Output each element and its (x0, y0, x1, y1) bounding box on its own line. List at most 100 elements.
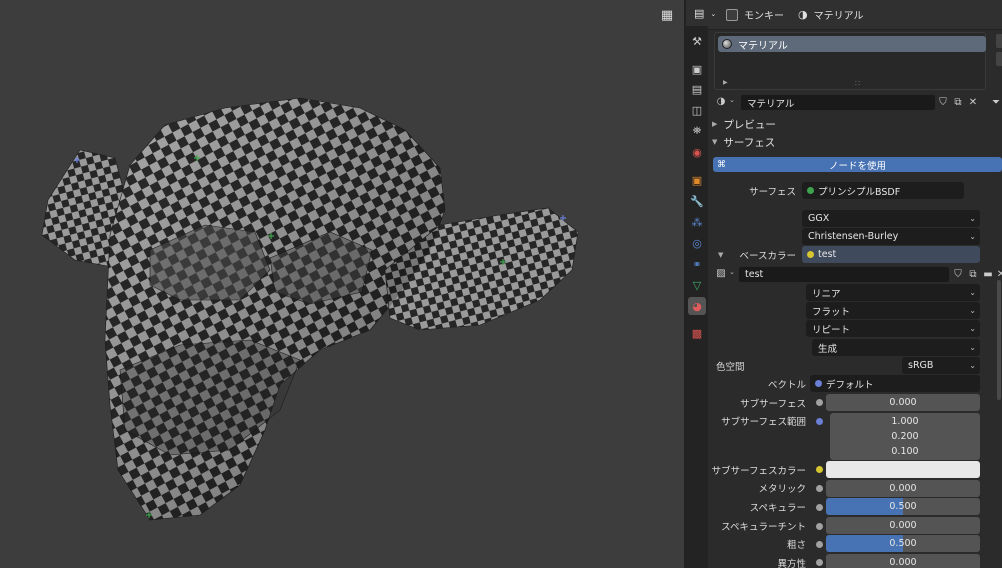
specular-tint-slider[interactable]: 0.000 (826, 517, 980, 534)
surface-panel-title: サーフェス (723, 136, 776, 149)
texture-tab-icon[interactable]: ▩ (688, 324, 706, 342)
material-name-text: マテリアル (747, 98, 795, 110)
metallic-value: 0.000 (889, 483, 917, 494)
list-item[interactable]: マテリアル (718, 36, 986, 52)
chevron-down-icon: ⌄ (969, 288, 976, 297)
chevron-down-icon: ⌄ (969, 232, 976, 241)
slot-label: マテリアル (738, 40, 788, 52)
add-slot-button[interactable] (996, 34, 1002, 48)
resize-handle-icon[interactable]: ∷ (855, 79, 860, 88)
vector-label: ベクトル (767, 379, 806, 391)
use-nodes-button[interactable]: ⌘ ノードを使用 (713, 157, 1002, 172)
subsurface-color-swatch[interactable] (826, 461, 980, 478)
interpolation-dropdown[interactable]: リニア ⌄ (806, 284, 980, 301)
extension-dropdown[interactable]: リピート ⌄ (806, 320, 980, 337)
use-nodes-label: ノードを使用 (828, 160, 886, 172)
source-value: 生成 (818, 343, 838, 355)
specular-tint-value: 0.000 (889, 520, 917, 531)
color-space-dropdown[interactable]: sRGB ⌄ (902, 357, 980, 374)
vector-field[interactable]: デフォルト (810, 375, 980, 392)
radius-x-value: 1.000 (891, 416, 919, 427)
metallic-label: メタリック (758, 483, 806, 495)
grid-view-icon[interactable]: ▦ (656, 4, 678, 26)
duplicate-icon[interactable]: ⧉ (966, 267, 980, 281)
anisotropic-slider[interactable]: 0.000 (826, 554, 980, 568)
image-browse-icon[interactable]: ▨ (714, 266, 728, 280)
preview-panel-header[interactable]: ▶ プレビュー (712, 115, 776, 133)
view-layer-tab-icon[interactable]: ◫ (688, 101, 706, 119)
monkey-mesh (41, 97, 579, 521)
tool-tab-icon[interactable]: ⚒ (688, 32, 706, 50)
base-color-field[interactable]: test (802, 246, 980, 263)
object-tab-icon[interactable]: ▣ (688, 171, 706, 189)
material-browse-icon[interactable]: ◑ (714, 94, 728, 108)
specular-label: スペキュラー (749, 502, 806, 514)
radius-y-value: 0.200 (891, 431, 919, 442)
material-name-field[interactable]: マテリアル (740, 94, 936, 111)
material-breadcrumb: ◑ マテリアル (798, 7, 864, 22)
anisotropic-label: 異方性 (777, 558, 806, 568)
image-name-field[interactable]: test (738, 266, 950, 283)
projection-dropdown[interactable]: フラット ⌄ (806, 302, 980, 319)
metallic-slider[interactable]: 0.000 (826, 480, 980, 497)
material-properties: マテリアル ▶ ∷ ◑ ⌄ マテリアル ⛉ ⧉ ✕ ⏷ ▶ プレビュー ▼ サー… (710, 30, 1002, 568)
expanded-arrow-icon: ▼ (712, 138, 718, 146)
roughness-slider[interactable]: 0.500 (826, 535, 980, 552)
slot-specials-button[interactable] (996, 52, 1002, 66)
physics-tab-icon[interactable]: ◎ (688, 234, 706, 252)
object-name: モンキー (744, 11, 784, 22)
chevron-down-icon: ⌄ (729, 96, 735, 104)
color-space-value: sRGB (908, 360, 934, 371)
modifier-tab-icon[interactable]: 🔧 (688, 192, 706, 210)
editor-type-menu[interactable]: ▤ ⌄ (694, 7, 716, 20)
properties-header: ▤ ⌄ モンキー ◑ マテリアル (686, 0, 1002, 30)
world-tab-icon[interactable]: ◉ (688, 143, 706, 161)
subsurface-radius-z[interactable]: 0.100 (830, 443, 980, 460)
source-dropdown[interactable]: 生成 ⌄ (812, 339, 980, 356)
chevron-down-icon: ⌄ (969, 306, 976, 315)
distribution-dropdown[interactable]: GGX ⌄ (802, 210, 980, 227)
properties-editor: ▤ ⌄ モンキー ◑ マテリアル ⚒ ▣ ▤ ◫ ⛯ ◉ ▣ 🔧 ⁂ ◎ ⚭ ▽ … (686, 0, 1002, 568)
output-tab-icon[interactable]: ▤ (688, 80, 706, 98)
specular-tint-label: スペキュラーチント (721, 521, 806, 533)
surface-panel-header[interactable]: ▼ サーフェス (712, 133, 775, 151)
expand-list-icon[interactable]: ▶ (723, 79, 728, 86)
render-tab-icon[interactable]: ▣ (688, 60, 706, 78)
subsurface-label: サブサーフェス (740, 398, 806, 410)
specular-slider[interactable]: 0.500 (826, 498, 980, 515)
close-icon[interactable]: ✕ (994, 267, 1002, 281)
material-tab-icon[interactable]: ◕ (688, 297, 706, 315)
filter-icon[interactable]: ⏷ (989, 95, 1002, 109)
image-name-text: test (745, 269, 764, 280)
fake-user-icon[interactable]: ⛉ (936, 95, 950, 109)
vector-socket-icon (815, 380, 822, 387)
surface-shader-field[interactable]: プリンシプルBSDF (802, 182, 964, 199)
float-socket-icon (816, 504, 823, 511)
subsurface-method-dropdown[interactable]: Christensen-Burley ⌄ (802, 228, 980, 245)
chevron-down-icon: ⌄ (729, 268, 735, 276)
3d-viewport[interactable]: ▦ (0, 0, 684, 568)
close-icon[interactable]: ✕ (966, 95, 980, 109)
chevron-down-icon: ⌄ (969, 361, 976, 370)
material-slot-list[interactable]: マテリアル ▶ ∷ (714, 32, 986, 90)
object-breadcrumb: モンキー (726, 7, 784, 22)
node-tree-icon: ⌘ (717, 159, 726, 170)
particles-tab-icon[interactable]: ⁂ (688, 213, 706, 231)
material-preview-icon (722, 39, 732, 49)
scrollbar[interactable] (997, 280, 1001, 400)
shader-socket-icon (807, 187, 814, 194)
slot-side-buttons (996, 34, 1002, 66)
float-socket-icon (816, 559, 823, 566)
surface-label: サーフェス (749, 186, 796, 198)
material-name: マテリアル (813, 11, 864, 22)
duplicate-icon[interactable]: ⧉ (951, 95, 965, 109)
subsurface-slider[interactable]: 0.000 (826, 394, 980, 411)
folder-icon[interactable]: ▬ (981, 267, 995, 281)
scene-tab-icon[interactable]: ⛯ (688, 122, 706, 140)
constraints-tab-icon[interactable]: ⚭ (688, 255, 706, 273)
fake-user-icon[interactable]: ⛉ (951, 267, 965, 281)
interpolation-value: リニア (812, 288, 841, 300)
float-socket-icon (816, 485, 823, 492)
data-tab-icon[interactable]: ▽ (688, 276, 706, 294)
color-space-label: 色空間 (716, 361, 745, 373)
